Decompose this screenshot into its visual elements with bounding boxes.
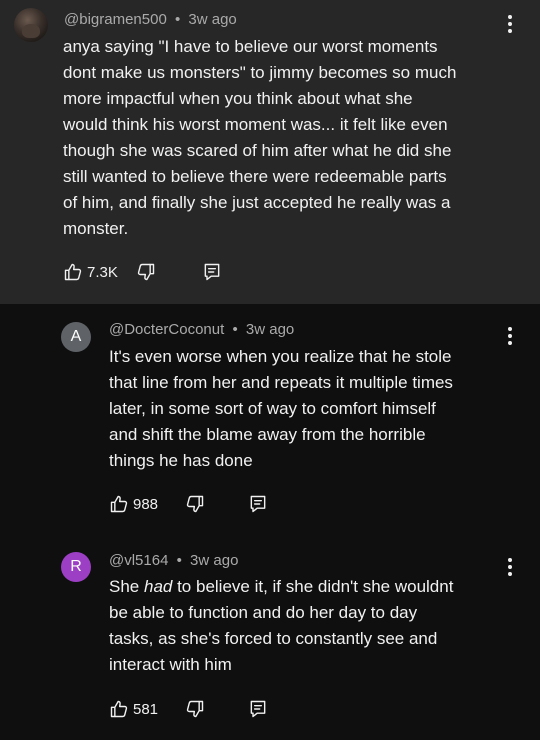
dislike-button[interactable] <box>185 492 205 516</box>
reply-icon <box>204 263 220 281</box>
like-button[interactable]: 988 <box>109 492 158 516</box>
thumbs-down-icon <box>186 495 204 513</box>
author-handle[interactable]: @DocterCoconut <box>109 321 224 338</box>
thumbs-up-icon <box>64 263 82 281</box>
reply-text-start: She <box>109 577 144 596</box>
reply-meta: @vl5164 • 3w ago <box>109 552 238 569</box>
comment-time: 3w ago <box>188 11 237 28</box>
comments-page: @bigramen500 • 3w ago anya saying "I hav… <box>0 0 540 740</box>
reply-icon <box>250 495 266 513</box>
thumbs-down-icon <box>137 263 155 281</box>
thumbs-up-icon <box>110 495 128 513</box>
author-handle[interactable]: @vl5164 <box>109 552 168 569</box>
like-count: 7.3K <box>87 263 118 281</box>
avatar-letter: A <box>70 328 82 345</box>
comment-actions: 7.3K <box>63 260 243 284</box>
more-vert-icon[interactable] <box>507 326 513 346</box>
more-vert-icon[interactable] <box>507 14 513 34</box>
comment-text: anya saying "I have to believe our worst… <box>63 37 457 238</box>
like-count: 581 <box>133 700 159 718</box>
author-handle[interactable]: @bigramen500 <box>64 11 167 28</box>
reply-actions: 988 <box>109 492 289 516</box>
like-count: 988 <box>133 495 159 513</box>
avatar[interactable]: R <box>61 552 91 582</box>
reply-actions: 581 <box>109 697 289 721</box>
separator-dot: • <box>176 552 182 569</box>
avatar[interactable]: A <box>61 322 91 352</box>
comment-time: 3w ago <box>190 552 239 569</box>
reply-text-emphasis: had <box>143 577 173 596</box>
comment-meta: @bigramen500 • 3w ago <box>64 11 237 28</box>
reply-text: It's even worse when you realize that he… <box>109 347 453 470</box>
avatar-letter: R <box>70 558 82 575</box>
comment-time: 3w ago <box>245 321 295 338</box>
highlighted-comment: @bigramen500 • 3w ago anya saying "I hav… <box>0 0 540 304</box>
separator-dot: • <box>174 11 181 28</box>
dislike-button[interactable] <box>136 260 156 284</box>
dislike-button[interactable] <box>185 697 205 721</box>
like-button[interactable]: 7.3K <box>63 260 118 284</box>
reply-button[interactable] <box>248 492 268 516</box>
reply-button[interactable] <box>202 260 222 284</box>
reply-button[interactable] <box>248 697 268 721</box>
reply-meta: @DocterCoconut • 3w ago <box>109 321 294 338</box>
thumbs-up-icon <box>110 700 128 718</box>
reply-icon <box>250 700 266 718</box>
separator-dot: • <box>232 321 238 338</box>
thumbs-down-icon <box>186 700 204 718</box>
like-button[interactable]: 581 <box>109 697 158 721</box>
reply-text: She had to believe it, if she didn't she… <box>109 574 529 678</box>
avatar[interactable] <box>14 8 48 42</box>
